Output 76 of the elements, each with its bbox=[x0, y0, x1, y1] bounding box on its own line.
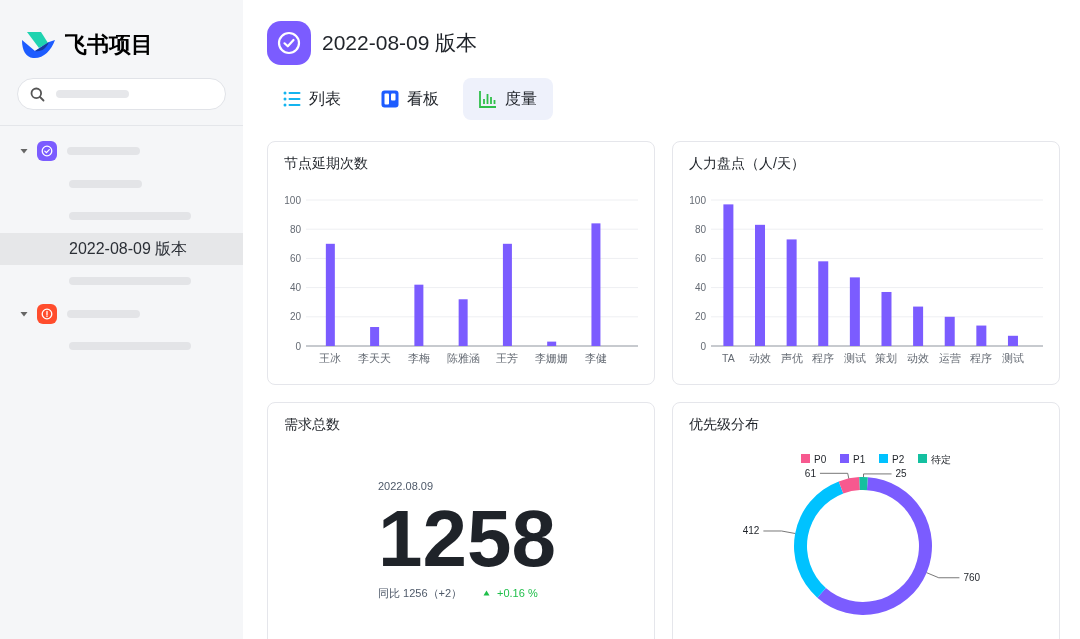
axis-tick-label: 60 bbox=[694, 252, 706, 264]
axis-tick-label: 80 bbox=[289, 223, 301, 235]
bar bbox=[414, 284, 424, 346]
change-percent: +0.16 % bbox=[497, 586, 538, 601]
legend-swatch bbox=[840, 454, 849, 463]
axis-category-label: 声优 bbox=[780, 352, 803, 364]
bar bbox=[881, 292, 892, 346]
card-title: 人力盘点（人/天） bbox=[688, 154, 806, 173]
legend-swatch bbox=[879, 454, 888, 463]
axis-category-label: 李健 bbox=[584, 352, 607, 364]
axis-category-label: 李天天 bbox=[358, 352, 392, 364]
bar bbox=[370, 327, 380, 346]
axis-tick-label: 40 bbox=[289, 282, 301, 294]
axis-category-label: 动效 bbox=[749, 352, 771, 364]
axis-category-label: 程序 bbox=[812, 352, 835, 364]
leader-line bbox=[819, 472, 850, 479]
leader-line bbox=[863, 473, 892, 478]
tab[interactable]: 度量 bbox=[463, 78, 553, 120]
axis-category-label: 王冰 bbox=[319, 352, 342, 364]
axis-tick-label: 60 bbox=[289, 252, 301, 264]
axis-tick-label: 100 bbox=[284, 194, 301, 206]
data-label: 760 bbox=[963, 572, 981, 584]
logo-icon bbox=[21, 30, 55, 59]
card-title: 优先级分布 bbox=[688, 415, 760, 434]
axis-tick-label: 0 bbox=[700, 340, 706, 352]
axis-category-label: 测试 bbox=[843, 352, 866, 364]
bar-chart-icon bbox=[479, 90, 497, 108]
axis-category-label: 陈雅涵 bbox=[446, 352, 480, 364]
leader-line bbox=[763, 530, 796, 534]
axis-tick-label: 20 bbox=[694, 311, 706, 323]
legend-swatch bbox=[918, 454, 927, 463]
data-label: 61 bbox=[804, 467, 816, 479]
bar bbox=[1007, 335, 1018, 346]
axis-tick-label: 80 bbox=[694, 223, 706, 235]
comparison-text: 同比 1256（+2） bbox=[378, 586, 464, 601]
bar bbox=[849, 277, 860, 346]
axis-category-label: 王芳 bbox=[496, 352, 519, 364]
tab[interactable]: 列表 bbox=[267, 78, 357, 120]
axis-tick-label: 0 bbox=[295, 340, 301, 352]
axis-category-label: 李姗姗 bbox=[535, 352, 569, 364]
bar bbox=[547, 341, 557, 346]
data-label: 412 bbox=[742, 525, 760, 537]
axis-category-label: 运营 bbox=[938, 352, 961, 364]
bar bbox=[976, 325, 987, 346]
page-title: 2022-08-09 版本 bbox=[322, 30, 478, 57]
legend-label: 待定 bbox=[931, 453, 951, 465]
axis-tick-label: 40 bbox=[694, 282, 706, 294]
bar bbox=[458, 299, 468, 346]
axis-category-label: TA bbox=[722, 352, 735, 364]
axis-category-label: 李梅 bbox=[407, 352, 430, 364]
legend-label: P2 bbox=[892, 453, 905, 465]
axis-category-label: 动效 bbox=[907, 352, 930, 364]
axis-category-label: 策划 bbox=[875, 352, 898, 364]
axis-category-label: 测试 bbox=[1001, 352, 1024, 364]
legend-label: P0 bbox=[814, 453, 827, 465]
version-icon bbox=[267, 21, 311, 65]
axis-tick-label: 100 bbox=[689, 194, 706, 206]
leader-line bbox=[926, 572, 960, 579]
search-icon bbox=[30, 86, 45, 102]
up-triangle-icon bbox=[483, 590, 490, 597]
axis-category-label: 程序 bbox=[970, 352, 993, 364]
legend-label: P1 bbox=[853, 453, 866, 465]
bar bbox=[944, 316, 955, 346]
list-icon bbox=[283, 90, 301, 108]
brand-name: 飞书项目 bbox=[65, 31, 153, 59]
card-title: 需求总数 bbox=[283, 415, 341, 434]
tab[interactable]: 看板 bbox=[365, 78, 455, 120]
card-title: 节点延期次数 bbox=[283, 154, 369, 173]
bar bbox=[913, 306, 924, 346]
total-value: 1258 bbox=[378, 499, 557, 579]
legend-swatch bbox=[801, 454, 810, 463]
date-label: 2022.08.09 bbox=[378, 479, 435, 493]
search-field[interactable] bbox=[17, 78, 226, 110]
data-label: 25 bbox=[895, 468, 907, 480]
axis-tick-label: 20 bbox=[289, 311, 301, 323]
board-icon bbox=[381, 90, 399, 108]
